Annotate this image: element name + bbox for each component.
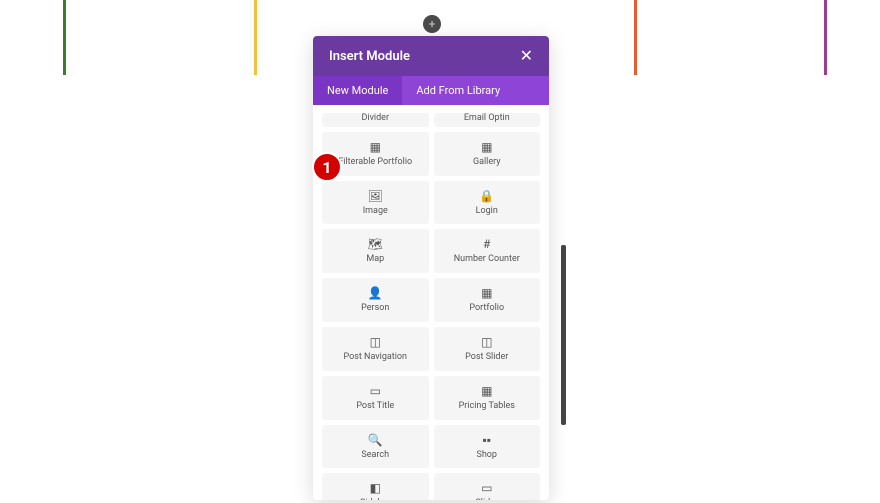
plus-icon: +	[429, 17, 436, 31]
title-icon: ▭	[370, 384, 381, 398]
tab-label: Add From Library	[416, 84, 500, 97]
module-label: Sidebar	[360, 498, 390, 500]
annotation-badge-1: 1	[312, 152, 342, 182]
image-icon: 🖼	[368, 189, 383, 203]
sidebar-icon: ◧	[370, 481, 381, 495]
modal-body[interactable]: Divider Email Optin ▦ Filterable Portfol…	[313, 105, 549, 500]
module-label: Post Title	[356, 401, 394, 412]
module-image[interactable]: 🖼 Image	[322, 181, 429, 225]
module-label: Divider	[361, 113, 389, 124]
lock-icon: 🔒	[479, 189, 494, 203]
section-divider-purple	[824, 0, 827, 75]
hash-icon: #	[483, 237, 490, 251]
module-gallery[interactable]: ▦ Gallery	[434, 132, 541, 176]
module-label: Gallery	[473, 157, 501, 168]
module-label: Post Navigation	[343, 352, 407, 363]
module-post-title[interactable]: ▭ Post Title	[322, 376, 429, 420]
add-module-button[interactable]: +	[423, 15, 441, 33]
section-divider-green	[63, 0, 66, 75]
close-icon[interactable]: ✕	[520, 48, 533, 64]
module-person[interactable]: 👤 Person	[322, 278, 429, 322]
tab-add-from-library[interactable]: Add From Library	[402, 76, 514, 105]
slider-icon: ◫	[481, 335, 492, 349]
nav-icon: ◫	[370, 335, 381, 349]
scrollbar-thumb[interactable]	[561, 245, 566, 425]
module-label: Filterable Portfolio	[338, 157, 412, 168]
module-label: Portfolio	[469, 303, 504, 314]
grid-icon: ▦	[481, 140, 492, 154]
annotation-number: 1	[322, 158, 331, 177]
module-label: Pricing Tables	[459, 401, 515, 412]
module-email-optin[interactable]: Email Optin	[434, 113, 541, 127]
table-icon: ▦	[481, 384, 492, 398]
module-label: Post Slider	[465, 352, 508, 363]
module-label: Slider	[475, 498, 498, 500]
module-map[interactable]: 🗺 Map	[322, 229, 429, 273]
grid-icon: ▦	[370, 140, 381, 154]
module-label: Image	[363, 206, 388, 217]
module-shop[interactable]: ▪▪ Shop	[434, 425, 541, 469]
module-pricing-tables[interactable]: ▦ Pricing Tables	[434, 376, 541, 420]
grid-icon: ▦	[481, 286, 492, 300]
module-label: Shop	[477, 450, 498, 461]
search-icon: 🔍	[368, 433, 383, 447]
modal-title: Insert Module	[329, 49, 410, 64]
module-label: Person	[361, 303, 389, 314]
section-divider-red	[634, 0, 637, 75]
tab-new-module[interactable]: New Module	[313, 76, 402, 105]
module-label: Number Counter	[454, 254, 520, 265]
module-divider[interactable]: Divider	[322, 113, 429, 127]
module-label: Email Optin	[464, 113, 510, 124]
module-label: Map	[366, 254, 384, 265]
module-portfolio[interactable]: ▦ Portfolio	[434, 278, 541, 322]
section-divider-yellow	[254, 0, 257, 75]
modal-tabs: New Module Add From Library	[313, 76, 549, 105]
module-label: Search	[361, 450, 389, 461]
module-label: Login	[476, 206, 498, 217]
module-sidebar[interactable]: ◧ Sidebar	[322, 473, 429, 500]
module-post-slider[interactable]: ◫ Post Slider	[434, 327, 541, 371]
shop-icon: ▪▪	[482, 433, 491, 447]
module-post-navigation[interactable]: ◫ Post Navigation	[322, 327, 429, 371]
module-number-counter[interactable]: # Number Counter	[434, 229, 541, 273]
slider-icon: ▭	[481, 481, 492, 495]
module-grid: Divider Email Optin ▦ Filterable Portfol…	[322, 113, 540, 500]
module-search[interactable]: 🔍 Search	[322, 425, 429, 469]
module-login[interactable]: 🔒 Login	[434, 181, 541, 225]
module-slider[interactable]: ▭ Slider	[434, 473, 541, 500]
person-icon: 👤	[368, 286, 383, 300]
insert-module-modal: Insert Module ✕ New Module Add From Libr…	[313, 36, 549, 500]
tab-label: New Module	[327, 84, 388, 97]
modal-header: Insert Module ✕	[313, 36, 549, 76]
map-icon: 🗺	[368, 237, 383, 251]
